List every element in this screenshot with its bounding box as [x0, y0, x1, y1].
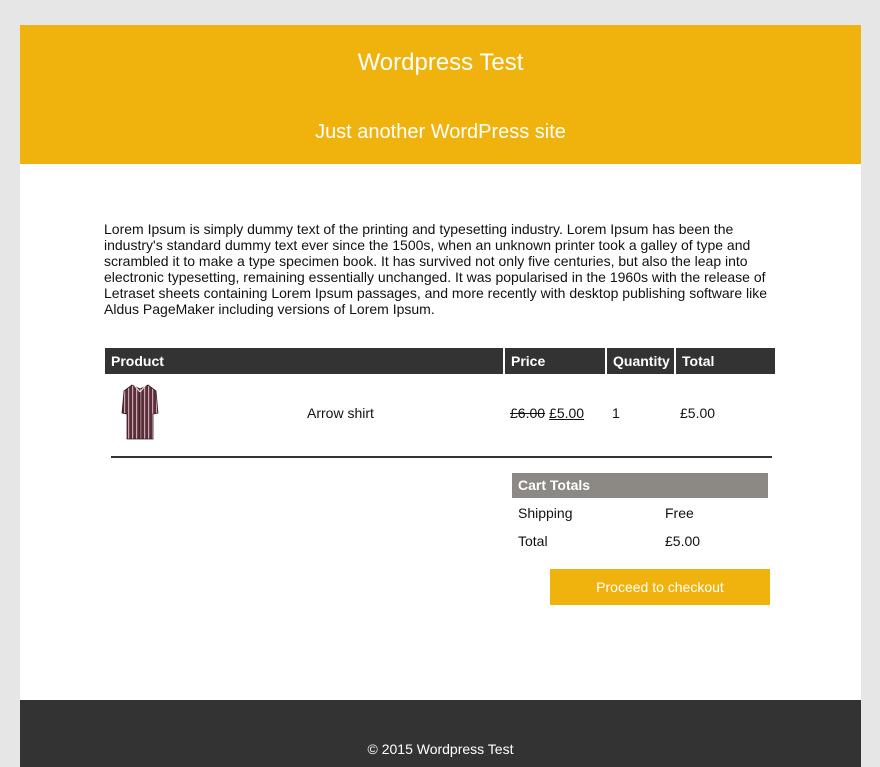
- cart-item-row: Arrow shirt £6.00 £5.00 1 £5.00: [105, 374, 775, 458]
- header-total: Total: [676, 348, 775, 374]
- cart-item-price: £6.00 £5.00: [510, 405, 584, 421]
- cart-item-old-price: £6.00: [510, 405, 546, 421]
- cart-item-sale-price: £5.00: [549, 405, 585, 421]
- page: Wordpress Test Just another WordPress si…: [20, 25, 861, 767]
- header-quantity: Quantity: [607, 348, 674, 374]
- site-footer: © 2015 Wordpress Test: [20, 700, 861, 767]
- cart-totals-heading: Cart Totals: [512, 473, 768, 498]
- site-description: Just another WordPress site: [315, 121, 566, 143]
- site-header: Wordpress Test Just another WordPress si…: [20, 25, 861, 164]
- shipping-row: Shipping Free: [512, 498, 768, 526]
- site-title[interactable]: Wordpress Test: [20, 49, 861, 77]
- cart-item-quantity: 1: [612, 405, 620, 421]
- cart-totals: Cart Totals Shipping Free Total £5.00: [512, 473, 768, 554]
- cart-table-header: Product Price Quantity Total: [105, 348, 775, 374]
- total-label: Total: [518, 533, 548, 549]
- total-value: £5.00: [665, 533, 701, 549]
- header-price: Price: [505, 348, 605, 374]
- proceed-to-checkout-button[interactable]: Proceed to checkout: [550, 569, 770, 605]
- cart-divider: [111, 456, 772, 458]
- header-product: Product: [105, 348, 503, 374]
- footer-copyright: © 2015 Wordpress Test: [367, 741, 514, 757]
- cart-item-name[interactable]: Arrow shirt: [307, 405, 374, 421]
- shipping-label: Shipping: [518, 505, 573, 521]
- cart-item-total: £5.00: [680, 405, 716, 421]
- total-row: Total £5.00: [512, 526, 768, 554]
- intro-paragraph: Lorem Ipsum is simply dummy text of the …: [104, 221, 768, 317]
- shipping-value: Free: [665, 505, 694, 521]
- striped-shirt-image[interactable]: [120, 383, 160, 441]
- cart-table: Product Price Quantity Total Arrow shirt…: [105, 348, 775, 458]
